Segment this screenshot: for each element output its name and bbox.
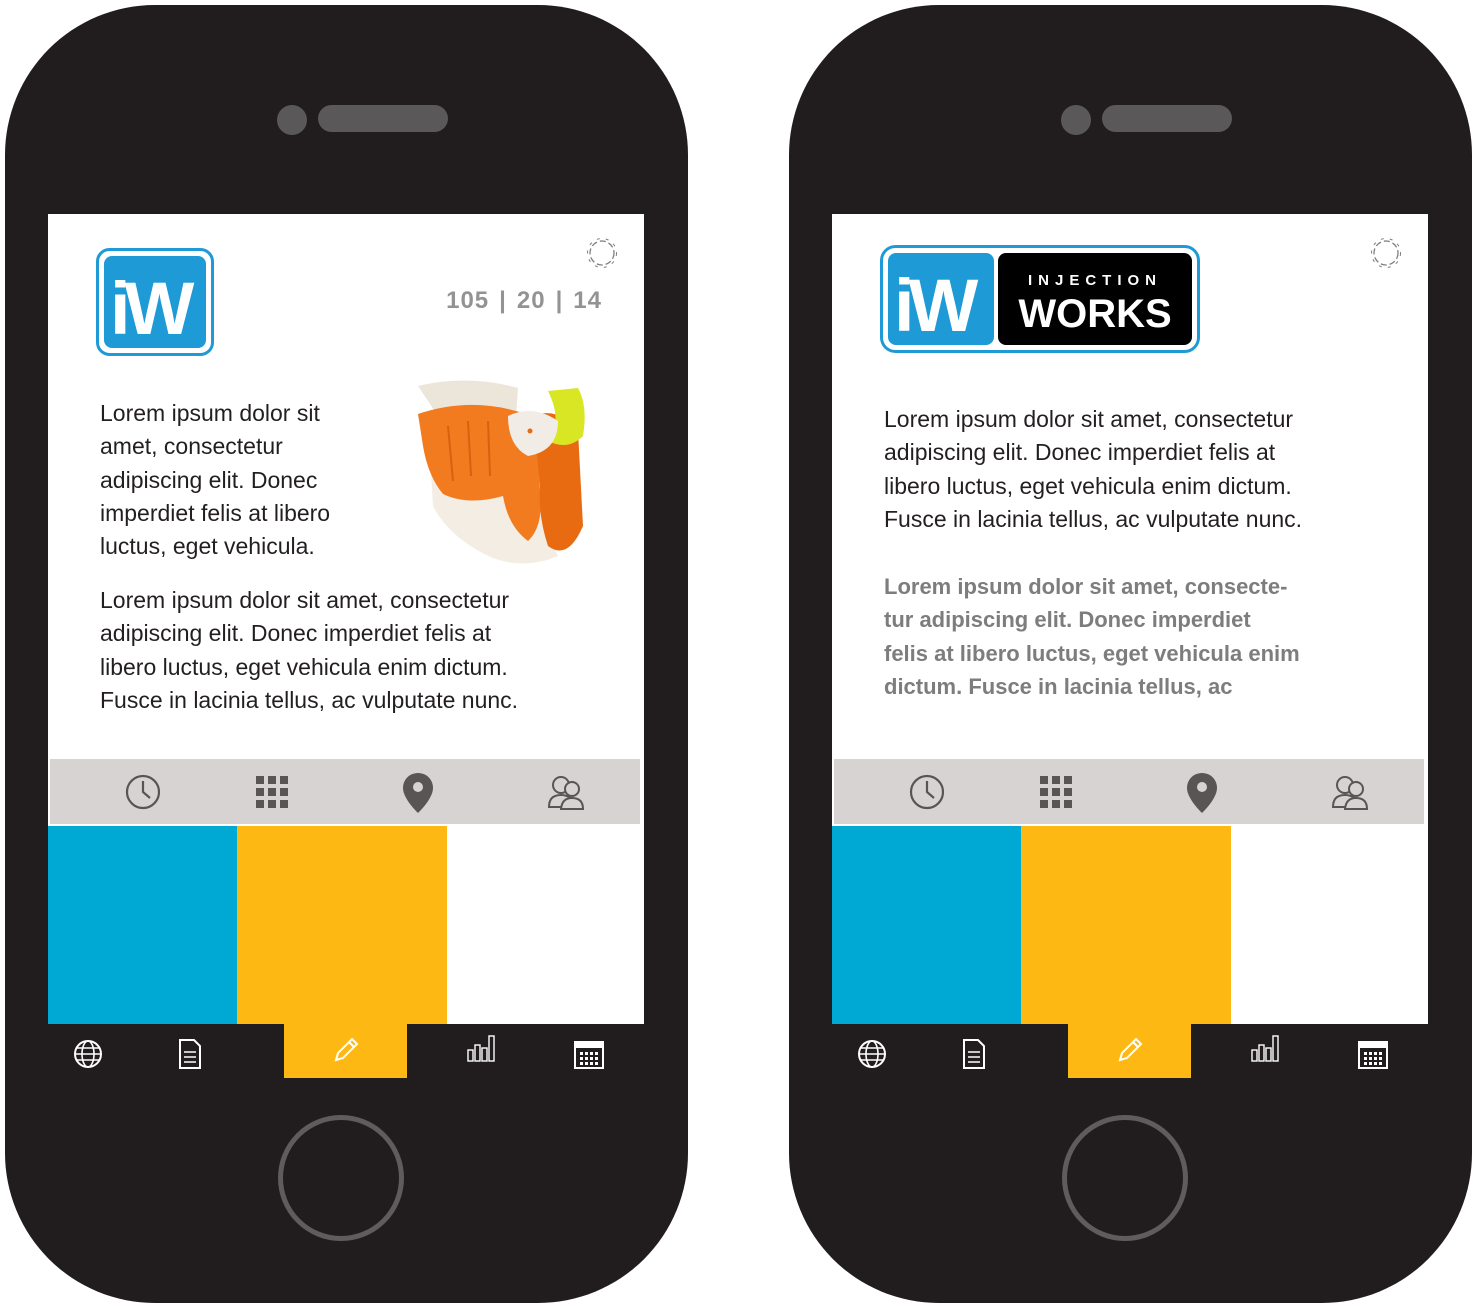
calendar-icon[interactable] bbox=[1357, 1038, 1389, 1070]
stats-counter: 105 | 20 | 14 bbox=[446, 287, 602, 315]
text-line: Lorem ipsum dolor sit amet, consecte- bbox=[884, 574, 1288, 599]
users-icon[interactable] bbox=[547, 773, 585, 811]
globe-icon[interactable] bbox=[72, 1038, 104, 1070]
home-button[interactable] bbox=[1062, 1115, 1188, 1241]
globe-icon[interactable] bbox=[856, 1038, 888, 1070]
front-camera bbox=[277, 105, 307, 135]
location-pin-icon[interactable] bbox=[1183, 771, 1221, 815]
tile-blue[interactable] bbox=[832, 826, 1021, 1026]
icon-toolbar bbox=[834, 759, 1424, 824]
document-icon[interactable] bbox=[958, 1038, 990, 1070]
body-paragraph: Lorem ipsum dolor sit amet, consectetur … bbox=[100, 584, 518, 717]
logo-letters: iW bbox=[110, 267, 195, 350]
tile-yellow[interactable] bbox=[1021, 826, 1231, 1026]
grid-icon[interactable] bbox=[253, 773, 291, 811]
users-icon[interactable] bbox=[1331, 773, 1369, 811]
location-pin-icon[interactable] bbox=[399, 771, 437, 815]
icon-toolbar bbox=[50, 759, 640, 824]
text-line: luctus, eget vehicula. bbox=[100, 533, 315, 560]
phone-left: iW 105 | 20 | 14 Lorem ipsum dolor sit amet,… bbox=[5, 5, 688, 1303]
tile-blue[interactable] bbox=[48, 826, 237, 1026]
clock-icon[interactable] bbox=[124, 773, 162, 811]
settings-gear-icon[interactable] bbox=[1369, 236, 1403, 270]
text-line: Lorem ipsum dolor sit amet, consectetur bbox=[100, 587, 510, 613]
pencil-icon[interactable] bbox=[1114, 1034, 1146, 1066]
tile-white[interactable] bbox=[1231, 826, 1428, 1026]
bar-chart-icon[interactable] bbox=[465, 1032, 497, 1064]
home-button[interactable] bbox=[278, 1115, 404, 1241]
text-line: adipiscing elit. Donec imperdiet felis a… bbox=[884, 439, 1276, 466]
cervical-collar-product-image bbox=[418, 380, 585, 564]
calendar-icon[interactable] bbox=[573, 1038, 605, 1070]
bar-chart-icon[interactable] bbox=[1249, 1032, 1281, 1064]
app-screen-left: iW 105 | 20 | 14 Lorem ipsum dolor sit amet,… bbox=[48, 214, 644, 1078]
front-camera bbox=[1061, 105, 1091, 135]
clock-icon[interactable] bbox=[908, 773, 946, 811]
text-line: felis at libero luctus, eget vehicula en… bbox=[884, 640, 1300, 666]
text-line: Fusce in lacinia tellus, ac vulputate nu… bbox=[100, 686, 519, 713]
logo-text-injection: INJECTION bbox=[1028, 272, 1162, 289]
pencil-icon[interactable] bbox=[330, 1034, 362, 1066]
grid-icon[interactable] bbox=[1037, 773, 1075, 811]
text-line: Lorem ipsum dolor sit bbox=[100, 400, 320, 426]
text-line: imperdiet felis at libero bbox=[100, 499, 331, 526]
app-screen-right: iW INJECTION WORKS Lorem ipsum dolor sit… bbox=[832, 214, 1428, 1078]
text-line: amet, consectetur bbox=[100, 433, 283, 460]
text-line: dictum. Fusce in lacinia tellus, ac bbox=[884, 673, 1233, 699]
text-line: adipiscing elit. Donec bbox=[100, 466, 318, 493]
bottom-tab-bar bbox=[48, 1024, 644, 1078]
intro-paragraph: Lorem ipsum dolor sit amet, consectetur … bbox=[100, 397, 330, 563]
tile-yellow[interactable] bbox=[237, 826, 447, 1026]
injection-works-logo: iW INJECTION WORKS bbox=[880, 245, 1200, 353]
logo-letters: iW bbox=[894, 264, 979, 347]
stat-separator: | bbox=[499, 287, 507, 314]
intro-paragraph: Lorem ipsum dolor sit amet, consectetur … bbox=[884, 403, 1302, 536]
bottom-tab-bar bbox=[832, 1024, 1428, 1078]
stat-separator: | bbox=[555, 287, 564, 314]
text-line: Lorem ipsum dolor sit amet, consectetur bbox=[884, 406, 1294, 432]
highlight-paragraph: Lorem ipsum dolor sit amet, consecte- tu… bbox=[884, 570, 1300, 703]
stat-value: 14 bbox=[573, 287, 602, 314]
iw-logo: iW bbox=[96, 248, 214, 356]
logo-text-works: WORKS bbox=[1018, 292, 1171, 336]
phone-right: iW INJECTION WORKS Lorem ipsum dolor sit… bbox=[789, 5, 1472, 1303]
earpiece-speaker bbox=[1102, 105, 1232, 132]
document-icon[interactable] bbox=[174, 1038, 206, 1070]
text-line: Fusce in lacinia tellus, ac vulputate nu… bbox=[884, 505, 1303, 532]
earpiece-speaker bbox=[318, 105, 448, 132]
text-line: adipiscing elit. Donec imperdiet felis a… bbox=[100, 620, 492, 647]
tile-white[interactable] bbox=[447, 826, 644, 1026]
stat-value: 20 bbox=[516, 287, 546, 314]
settings-gear-icon[interactable] bbox=[585, 236, 619, 270]
text-line: tur adipiscing elit. Donec imperdiet bbox=[884, 607, 1251, 633]
stat-value: 105 bbox=[446, 287, 490, 314]
text-line: libero luctus, eget vehicula enim dictum… bbox=[884, 472, 1292, 499]
text-line: libero luctus, eget vehicula enim dictum… bbox=[100, 653, 508, 680]
